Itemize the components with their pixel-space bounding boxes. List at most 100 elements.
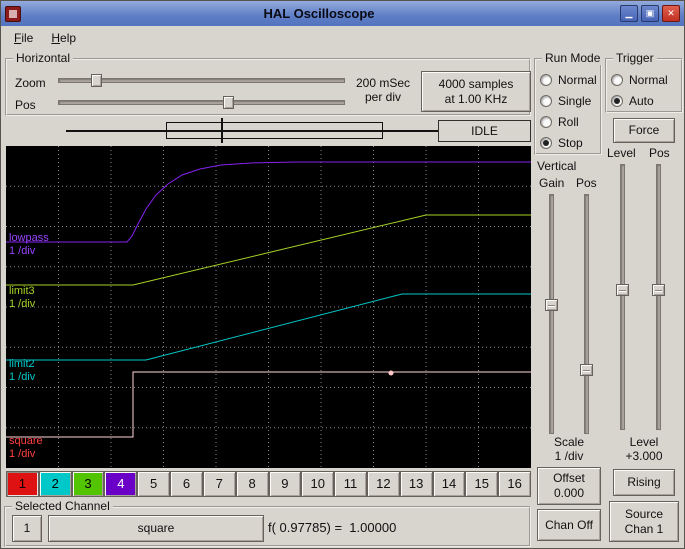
maximize-button[interactable]: ▣ (641, 5, 659, 22)
horizontal-pos-slider-trough[interactable] (58, 100, 345, 105)
chan-off-label: Chan Off (545, 517, 593, 532)
channel-button-2[interactable]: 2 (38, 471, 72, 497)
channel-button-6[interactable]: 6 (170, 471, 203, 497)
channel-button-9[interactable]: 9 (268, 471, 302, 497)
channel-button-11[interactable]: 11 (334, 471, 367, 497)
scope-display: lowpass 1 /div limit3 1 /div limit2 1 /div squ… (6, 146, 531, 468)
trigger-auto[interactable]: Auto (611, 94, 654, 108)
pos-label: Pos (15, 98, 36, 112)
trigger-level-slider-trough[interactable] (620, 164, 625, 430)
horizontal-frame: Horizontal Zoom Pos 200 mSec per div 400… (5, 51, 531, 116)
zoom-slider[interactable] (58, 74, 345, 88)
selected-channel-frame: Selected Channel 1 square f( 0.97785) = … (4, 499, 531, 547)
channel-button-10[interactable]: 10 (301, 471, 335, 497)
timebase-value: 200 mSec (355, 76, 411, 90)
horizontal-pos-slider-thumb[interactable] (223, 96, 234, 109)
run-mode-title: Run Mode (542, 51, 604, 65)
trace-label-limit3: limit3 1 /div (9, 285, 36, 310)
selected-channel-number-button[interactable]: 1 (12, 515, 42, 542)
trace-label-limit2: limit2 1 /div (9, 358, 36, 383)
app-icon (5, 5, 21, 22)
trigger-pos-slider[interactable] (652, 164, 666, 430)
samples-button[interactable]: 4000 samples at 1.00 KHz (421, 71, 531, 112)
gain-slider-thumb[interactable] (545, 299, 558, 311)
radio-label: Normal (558, 73, 597, 87)
trigger-normal[interactable]: Normal (611, 73, 668, 87)
horizontal-pos-slider[interactable] (58, 96, 345, 110)
radio-icon (540, 74, 552, 86)
gain-slider-trough[interactable] (549, 194, 554, 434)
scale-value: 1 /div (554, 449, 584, 464)
trigger-level-label: Level (607, 146, 636, 160)
close-button[interactable]: ✕ (662, 5, 680, 22)
trigger-pos-slider-trough[interactable] (656, 164, 661, 430)
radio-label: Auto (629, 94, 654, 108)
channel-button-5[interactable]: 5 (137, 471, 171, 497)
channel-button-16[interactable]: 16 (498, 471, 531, 497)
timebase-unit: per div (364, 90, 402, 105)
rising-label: Rising (627, 475, 661, 489)
chan-off-button[interactable]: Chan Off (537, 509, 601, 541)
trace-labels-layer: lowpass 1 /div limit3 1 /div limit2 1 /div squ… (6, 146, 531, 468)
record-window-box[interactable] (166, 122, 383, 139)
run-mode-roll[interactable]: Roll (540, 115, 579, 129)
offset-label: Offset (553, 471, 585, 485)
trigger-pos-slider-thumb[interactable] (652, 284, 665, 296)
channel-button-4[interactable]: 4 (104, 471, 138, 497)
trace-label-lowpass: lowpass 1 /div (9, 232, 49, 257)
status-box: IDLE (438, 120, 531, 142)
radio-icon (540, 95, 552, 107)
trigger-readout-label: Level (629, 435, 659, 449)
minimize-button[interactable]: ▁ (620, 5, 638, 22)
offset-button[interactable]: Offset 0.000 (537, 467, 601, 505)
gain-slider[interactable] (545, 194, 559, 434)
trigger-source-button[interactable]: Source Chan 1 (609, 501, 679, 542)
window-title: HAL Oscilloscope (263, 6, 375, 21)
channel-button-1[interactable]: 1 (6, 471, 39, 497)
vertical-title: Vertical (537, 159, 577, 173)
run-mode-single[interactable]: Single (540, 94, 591, 108)
channel-button-7[interactable]: 7 (202, 471, 236, 497)
rising-button[interactable]: Rising (613, 469, 675, 496)
trigger-title: Trigger (613, 51, 657, 65)
gain-label: Gain (539, 176, 565, 190)
radio-label: Stop (558, 136, 583, 150)
channel-button-8[interactable]: 8 (235, 471, 269, 497)
trigger-level-slider[interactable] (616, 164, 630, 430)
force-label: Force (628, 123, 660, 137)
run-mode-stop[interactable]: Stop (540, 136, 583, 150)
menu-file[interactable]: File (5, 28, 42, 48)
source-line2: Chan 1 (624, 521, 664, 536)
trigger-pos-label: Pos (649, 146, 670, 160)
channel-button-12[interactable]: 12 (366, 471, 400, 497)
vertical-pos-slider-trough[interactable] (584, 194, 589, 434)
zoom-slider-thumb[interactable] (91, 74, 102, 87)
vertical-pos-slider-thumb[interactable] (580, 364, 593, 376)
channel-button-14[interactable]: 14 (432, 471, 466, 497)
radio-icon (611, 95, 623, 107)
run-mode-frame: Run Mode Normal Single Roll Stop (534, 51, 604, 155)
menu-help[interactable]: Help (42, 28, 85, 48)
title-bar[interactable]: HAL Oscilloscope ▁ ▣ ✕ (1, 1, 684, 26)
channel-button-13[interactable]: 13 (399, 471, 433, 497)
channel-button-3[interactable]: 3 (71, 471, 105, 497)
scale-label: Scale (553, 435, 585, 449)
status-text: IDLE (471, 124, 498, 138)
run-mode-normal[interactable]: Normal (540, 73, 597, 87)
trigger-frame: Trigger Normal Auto (605, 51, 683, 113)
trigger-position-tick[interactable] (221, 118, 223, 143)
timebase-readout: 200 mSec per div (345, 76, 421, 105)
channel-button-15[interactable]: 15 (465, 471, 499, 497)
vertical-pos-slider[interactable] (580, 194, 594, 434)
selected-channel-name-button[interactable]: square (48, 515, 264, 542)
trace-label-square: square 1 /div (9, 435, 43, 460)
radio-icon (540, 116, 552, 128)
radio-icon (540, 137, 552, 149)
trigger-level-slider-thumb[interactable] (616, 284, 629, 296)
force-button[interactable]: Force (613, 118, 675, 143)
selected-channel-name: square (137, 521, 175, 535)
samples-line2: at 1.00 KHz (444, 91, 508, 106)
scale-readout: Scale 1 /div (537, 435, 601, 464)
selected-channel-number: 1 (23, 521, 31, 535)
radio-icon (611, 74, 623, 86)
